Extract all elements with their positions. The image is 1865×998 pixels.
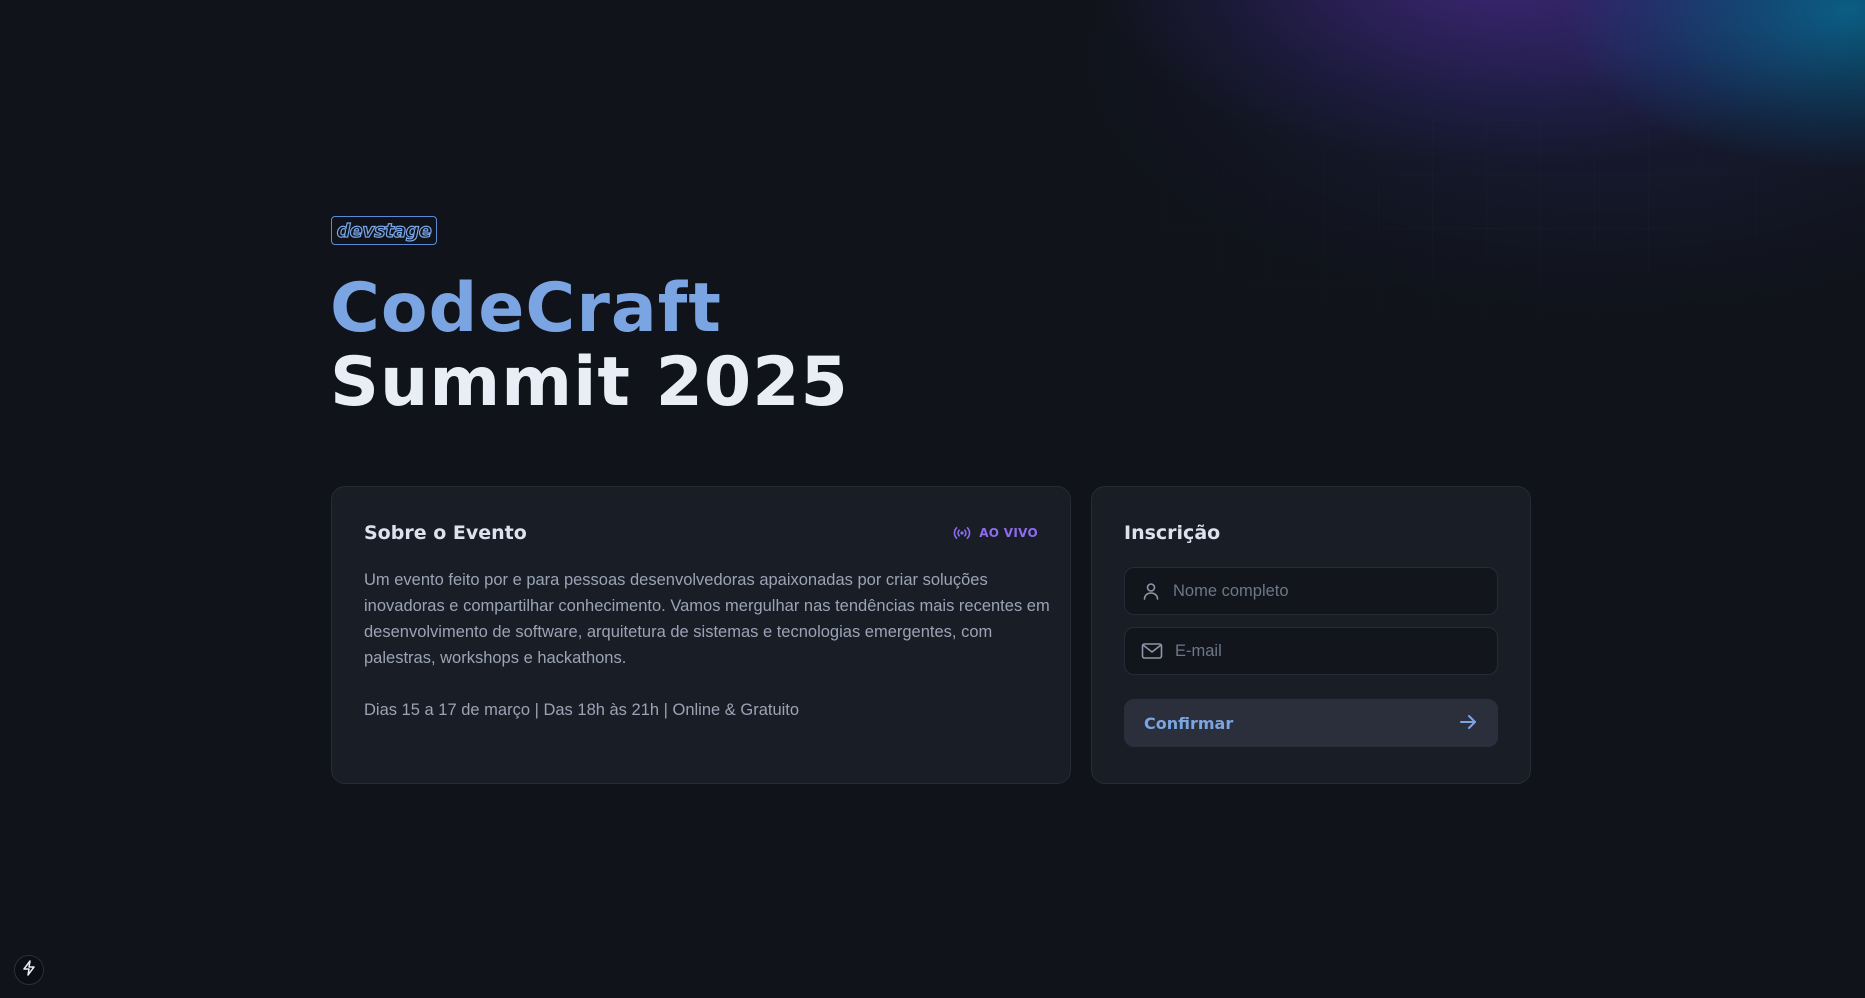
devtools-bolt-button[interactable] [14,955,44,985]
live-badge-label: AO VIVO [979,526,1038,540]
about-event-card: Sobre o Evento AO VIVO Um evento feito p… [331,486,1071,784]
signup-card-title: Inscrição [1124,522,1221,544]
confirm-button-label: Confirmar [1144,713,1234,733]
name-field[interactable] [1124,567,1498,615]
about-card-header: Sobre o Evento AO VIVO [364,519,1038,547]
confirm-button[interactable]: Confirmar [1124,699,1498,747]
devstage-logo: devstage [331,216,437,245]
event-schedule-info: Dias 15 a 17 de março | Das 18h às 21h |… [364,701,800,719]
arrow-right-icon [1458,712,1478,735]
mail-icon [1141,642,1163,660]
bolt-icon [22,959,36,981]
about-card-title: Sobre o Evento [364,522,527,544]
event-title-line2: Summit 2025 [330,343,849,422]
email-input[interactable] [1173,640,1481,662]
radio-signal-icon [953,526,971,540]
user-icon [1141,581,1161,601]
signup-card-header: Inscrição [1124,519,1498,547]
live-badge: AO VIVO [953,526,1038,540]
background-grid [1000,120,1865,400]
signup-form: Confirmar [1124,567,1498,747]
event-description: Um evento feito por e para pessoas desen… [364,571,1050,667]
email-field[interactable] [1124,627,1498,675]
event-title: CodeCraft Summit 2025 [330,272,849,420]
event-title-line1: CodeCraft [330,269,722,348]
signup-card: Inscrição Confirmar [1091,486,1531,784]
name-input[interactable] [1171,580,1481,602]
